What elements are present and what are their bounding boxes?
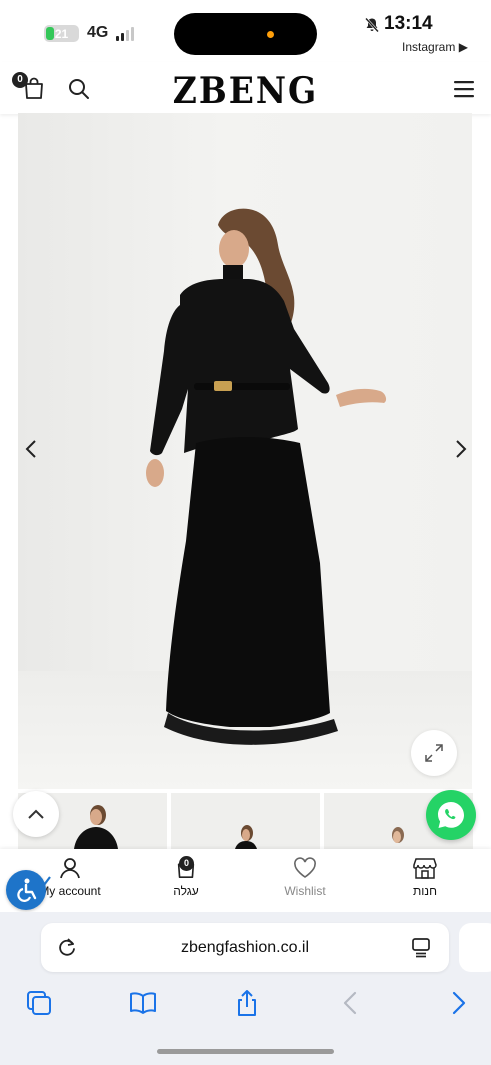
arrow-right-icon[interactable] — [450, 437, 470, 461]
back-to-app-link[interactable]: Instagram ▶ — [402, 40, 468, 54]
nav-label: Wishlist — [284, 884, 326, 898]
back-icon[interactable] — [337, 989, 365, 1017]
clock: 13:14 — [384, 13, 433, 34]
arrow-left-icon[interactable] — [22, 437, 42, 461]
network-type: 4G — [87, 24, 109, 41]
share-icon[interactable] — [233, 989, 261, 1017]
next-tab-preview[interactable] — [459, 923, 491, 972]
user-icon — [60, 858, 80, 879]
address-bar[interactable]: zbengfashion.co.il — [41, 923, 449, 972]
check-icon — [39, 876, 51, 887]
tabs-icon[interactable] — [25, 989, 53, 1017]
thumbnail[interactable] — [171, 793, 320, 849]
nav-cart[interactable]: 0 עגלה — [131, 856, 241, 898]
thumbnail-strip — [18, 793, 491, 849]
url-text: zbengfashion.co.il — [180, 939, 310, 956]
nav-wishlist[interactable]: Wishlist — [250, 857, 360, 898]
nav-store[interactable]: חנות — [370, 857, 480, 898]
signal-icon — [116, 27, 134, 41]
heart-icon — [294, 857, 316, 878]
expand-image-button[interactable] — [411, 730, 457, 776]
battery-level: 21 — [54, 26, 69, 41]
search-icon[interactable] — [67, 77, 91, 101]
menu-icon[interactable] — [453, 80, 475, 98]
store-icon — [413, 858, 437, 879]
cart-count-badge: 0 — [12, 72, 28, 88]
browser-toolbar: zbengfashion.co.il — [0, 912, 491, 1065]
chevron-up-icon — [28, 809, 44, 819]
battery-icon: 21 — [44, 25, 79, 42]
status-bar: 21 4G 13:14 Instagram ▶ — [0, 0, 491, 62]
home-indicator[interactable] — [157, 1049, 334, 1054]
product-image[interactable] — [18, 113, 472, 789]
silent-mode-icon — [365, 17, 379, 33]
whatsapp-icon — [438, 802, 464, 828]
accessibility-icon — [17, 878, 37, 902]
dynamic-island — [174, 13, 317, 55]
reader-icon[interactable] — [410, 936, 432, 958]
whatsapp-button[interactable] — [426, 790, 476, 840]
bookmarks-icon[interactable] — [129, 989, 157, 1017]
model-figure — [146, 208, 387, 745]
site-header: 0 ZBENG — [0, 62, 491, 114]
expand-icon — [425, 744, 443, 762]
forward-icon[interactable] — [444, 989, 472, 1017]
scroll-to-top-button[interactable] — [13, 791, 59, 837]
bottom-nav: My account 0 עגלה Wishlist חנות — [0, 849, 491, 912]
cart-count-badge: 0 — [179, 856, 194, 871]
site-logo[interactable]: ZBENG — [168, 69, 323, 112]
nav-label: עגלה — [173, 884, 199, 898]
mic-indicator-icon — [267, 31, 274, 38]
nav-label: חנות — [413, 884, 437, 898]
